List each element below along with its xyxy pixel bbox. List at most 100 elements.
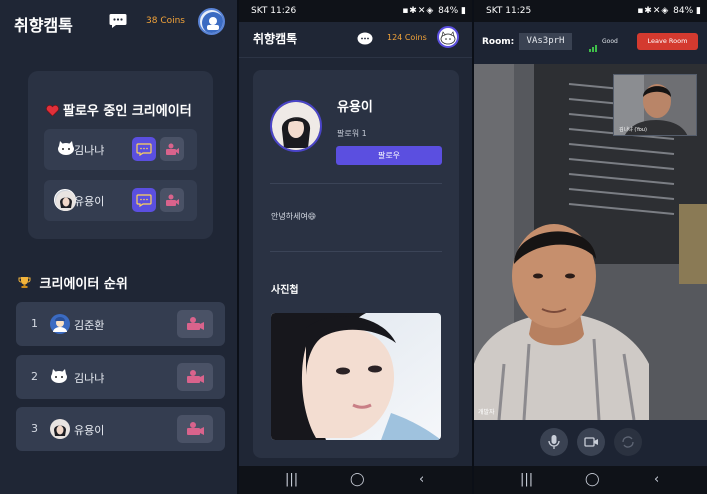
- battery-level: 84%: [673, 6, 694, 16]
- divider: [270, 183, 442, 184]
- ranking-title-row: 크리에이터 순위: [18, 273, 128, 292]
- ranking-title: 크리에이터 순위: [39, 277, 128, 292]
- creator-name: 김준환: [74, 319, 105, 332]
- user-avatar[interactable]: [198, 8, 225, 35]
- status-time: SKT 11:25: [486, 6, 532, 16]
- back-icon[interactable]: ‹: [419, 472, 424, 487]
- video-call-button[interactable]: [160, 137, 184, 161]
- following-title-row: 팔로우 중인 크리에이터: [46, 100, 192, 119]
- remote-video: 김나냐 (You) 개발자: [474, 64, 707, 420]
- camera-button[interactable]: [577, 428, 605, 456]
- recent-apps-icon[interactable]: |||: [285, 472, 298, 487]
- profile-card: 유용이 팔로워 1 팔로우 안녕하세여😄 사진첩: [253, 70, 459, 458]
- signal-icon: [589, 37, 600, 56]
- flip-camera-icon: [622, 436, 634, 448]
- room-code[interactable]: VAs3prH: [519, 33, 572, 50]
- following-title: 팔로우 중인 크리에이터: [63, 104, 192, 119]
- call-controls: [474, 420, 707, 466]
- self-video-label: 김나냐 (You): [619, 127, 647, 133]
- chat-button[interactable]: [132, 137, 156, 161]
- creator-avatar: [54, 189, 76, 211]
- system-nav-bar: ||| ◯ ‹: [239, 466, 472, 494]
- coin-balance: 38 Coins: [146, 16, 185, 26]
- room-header: Room: VAs3prH Good Leave Room: [474, 22, 707, 64]
- chat-button[interactable]: [132, 188, 156, 212]
- video-call-screen: SKT 11:25 ▪✱✕◈ 84% ▮ Room: VAs3prH Good …: [474, 0, 707, 494]
- video-call-button[interactable]: [177, 363, 213, 391]
- creator-name: 유용이: [74, 424, 105, 437]
- creator-avatar: [49, 368, 69, 388]
- user-avatar[interactable]: [437, 26, 459, 48]
- rank-number: 1: [31, 317, 38, 330]
- mic-icon: [548, 435, 560, 449]
- status-bar: SKT 11:25 ▪✱✕◈ 84% ▮: [474, 0, 707, 22]
- home-icon[interactable]: ◯: [350, 472, 365, 487]
- follow-button[interactable]: 팔로우: [336, 146, 442, 165]
- ranking-item[interactable]: 1 김준환: [16, 302, 225, 346]
- ranking-item[interactable]: 3 유용이: [16, 407, 225, 451]
- video-call-icon: [166, 194, 179, 206]
- following-item[interactable]: 김나냐: [44, 129, 197, 170]
- status-time: SKT 11:26: [251, 6, 297, 16]
- video-call-button[interactable]: [160, 188, 184, 212]
- creator-avatar: [56, 140, 76, 156]
- room-label: Room:: [482, 37, 515, 47]
- creator-profile-screen: SKT 11:26 ▪✱✕◈ 84% ▮ 취향캠톡 124 Coins 유용이 …: [239, 0, 472, 494]
- battery-icon: ▮: [693, 6, 701, 16]
- home-screen: 취향캠톡 38 Coins 팔로우 중인 크리에이터 김나냐 유용이 크리에이터…: [0, 0, 237, 494]
- following-item[interactable]: 유용이: [44, 180, 197, 221]
- status-icons: ▪✱✕◈ 84% ▮: [402, 6, 466, 16]
- following-creators-card: 팔로우 중인 크리에이터 김나냐 유용이: [28, 71, 213, 239]
- mic-button[interactable]: [540, 428, 568, 456]
- video-call-icon: [166, 143, 179, 155]
- leave-room-button[interactable]: Leave Room: [637, 33, 698, 50]
- creator-name: 김나냐: [74, 144, 105, 157]
- chat-bubble-icon: [136, 194, 152, 208]
- album-photo[interactable]: [271, 313, 441, 440]
- status-misc-icons: ▪✱✕◈: [637, 6, 674, 16]
- self-video[interactable]: 김나냐 (You): [613, 74, 697, 136]
- app-title: 취향캠톡: [253, 32, 298, 46]
- battery-level: 84%: [438, 6, 459, 16]
- app-header: 취향캠톡 38 Coins: [0, 0, 237, 44]
- chat-bubble-icon[interactable]: [109, 13, 127, 33]
- divider: [270, 251, 442, 252]
- video-call-icon: [187, 422, 204, 435]
- creator-name: 김나냐: [74, 372, 105, 385]
- status-bar: SKT 11:26 ▪✱✕◈ 84% ▮: [239, 0, 472, 22]
- follower-count: 팔로워 1: [337, 129, 367, 138]
- creator-avatar: [49, 418, 71, 444]
- recent-apps-icon[interactable]: |||: [520, 472, 533, 487]
- creator-name: 유용이: [74, 195, 105, 208]
- system-nav-bar: ||| ◯ ‹: [474, 466, 707, 494]
- profile-name: 유용이: [337, 100, 373, 115]
- status-icons: ▪✱✕◈ 84% ▮: [637, 6, 701, 16]
- heart-icon: [46, 104, 59, 119]
- trophy-icon: [18, 277, 40, 292]
- video-call-button[interactable]: [177, 415, 213, 443]
- profile-avatar: [270, 100, 322, 152]
- back-icon[interactable]: ‹: [654, 472, 659, 487]
- video-call-icon: [187, 317, 204, 330]
- chat-bubble-icon[interactable]: [357, 31, 373, 50]
- screens: 취향캠톡 38 Coins 팔로우 중인 크리에이터 김나냐 유용이 크리에이터…: [0, 0, 707, 494]
- home-icon[interactable]: ◯: [585, 472, 600, 487]
- app-title: 취향캠톡: [14, 16, 73, 35]
- app-header: 취향캠톡 124 Coins: [239, 22, 472, 58]
- camera-icon: [584, 437, 598, 447]
- creator-avatar: [49, 313, 71, 339]
- video-call-button[interactable]: [177, 310, 213, 338]
- remote-video-label: 개발자: [478, 409, 495, 416]
- profile-bio: 안녕하세여😄: [271, 212, 317, 221]
- ranking-item[interactable]: 2 김나냐: [16, 355, 225, 399]
- rank-number: 2: [31, 370, 38, 383]
- rank-number: 3: [31, 422, 38, 435]
- flip-camera-button[interactable]: [614, 428, 642, 456]
- status-misc-icons: ▪✱✕◈: [402, 6, 439, 16]
- album-title: 사진첩: [271, 285, 299, 296]
- connection-status: Good: [602, 38, 618, 45]
- coin-balance: 124 Coins: [387, 33, 427, 42]
- battery-icon: ▮: [458, 6, 466, 16]
- video-call-icon: [187, 370, 204, 383]
- chat-bubble-icon: [136, 143, 152, 157]
